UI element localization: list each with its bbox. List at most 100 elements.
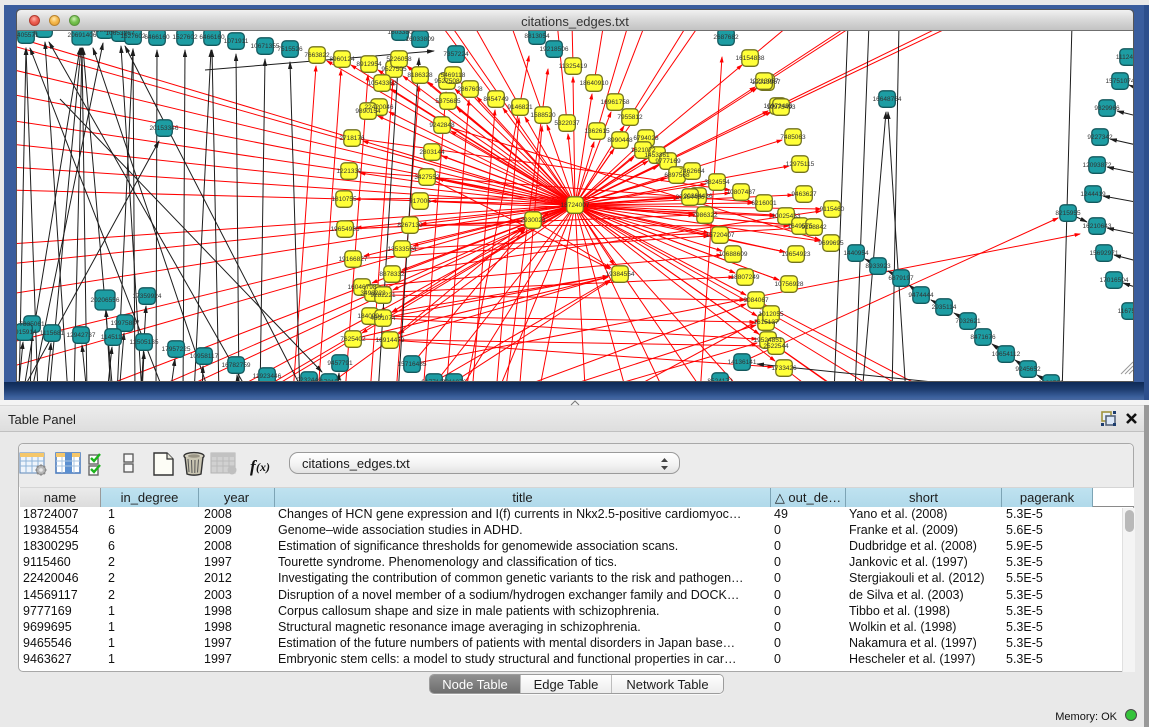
svg-text:4891074: 4891074 [370,315,396,322]
svg-text:2867608: 2867608 [457,86,483,93]
svg-text:17359924: 17359924 [133,293,162,300]
svg-text:8471676: 8471676 [970,334,996,341]
svg-text:5322037: 5322037 [554,120,580,127]
svg-text:1362615: 1362615 [584,128,610,135]
svg-text:8878332: 8878332 [379,271,405,278]
svg-text:18640910: 18640910 [580,80,609,87]
svg-text:12093872: 12093872 [1083,162,1112,169]
svg-text:2522544: 2522544 [763,343,789,350]
svg-text:13533594: 13533594 [388,246,417,253]
svg-text:3915914: 3915914 [17,329,37,336]
svg-text:7462664: 7462664 [679,168,705,175]
svg-text:19975887: 19975887 [111,320,140,327]
svg-text:18724007: 18724007 [561,202,590,209]
svg-text:9227342: 9227342 [1087,134,1113,141]
svg-text:917006: 917006 [409,198,431,205]
svg-text:12505135: 12505135 [130,339,159,346]
svg-text:9527508: 9527508 [434,78,460,85]
svg-text:1527602: 1527602 [172,34,198,41]
svg-text:5375685: 5375685 [435,98,461,105]
svg-text:9457791: 9457791 [327,360,353,367]
svg-text:2687682: 2687682 [713,34,739,41]
svg-text:1145114: 1145114 [101,334,126,341]
svg-text:16914479: 16914479 [376,337,405,344]
svg-text:8813054: 8813054 [524,33,550,40]
svg-text:9084067: 9084067 [743,297,769,304]
svg-text:2935114: 2935114 [932,304,957,311]
svg-text:20153346: 20153346 [150,125,179,132]
svg-text:10688609: 10688609 [719,251,748,258]
svg-text:8912954: 8912954 [356,61,382,68]
svg-text:3427552: 3427552 [414,174,440,181]
svg-text:16782759: 16782759 [222,362,251,369]
svg-text:19218506: 19218506 [540,46,569,53]
svg-text:10543362: 10543362 [368,80,397,87]
svg-text:15720407: 15720407 [706,232,735,239]
svg-text:8672157: 8672157 [316,379,342,381]
svg-text:9329966: 9329966 [1094,105,1120,112]
svg-text:14136141: 14136141 [728,359,757,366]
svg-text:6466160: 6466160 [144,34,170,41]
svg-text:9245652: 9245652 [1015,366,1041,373]
svg-text:9108842: 9108842 [801,224,827,231]
svg-text:8933923: 8933923 [865,263,891,270]
svg-text:8267130: 8267130 [397,222,423,229]
svg-text:7835061: 7835061 [19,321,45,328]
svg-text:9474444: 9474444 [908,292,934,299]
svg-text:15716485: 15716485 [398,361,427,368]
svg-text:16154838: 16154838 [736,55,765,62]
svg-text:10756928: 10756928 [775,281,804,288]
svg-text:16648764: 16648764 [873,96,902,103]
svg-text:(x): (x) [256,460,270,474]
svg-text:8454749: 8454749 [483,96,509,103]
svg-text:1733426: 1733426 [771,365,797,372]
svg-text:15692971: 15692971 [1090,250,1119,257]
svg-text:17957225: 17957225 [162,346,191,353]
svg-text:2803144: 2803144 [419,149,445,156]
svg-text:1167530: 1167530 [1118,308,1133,315]
svg-text:1012055: 1012055 [758,311,784,318]
svg-text:10654112: 10654112 [992,351,1021,358]
svg-text:9146821: 9146821 [507,104,533,111]
svg-text:7515526: 7515526 [277,46,303,53]
svg-text:7485063: 7485063 [780,134,806,141]
svg-text:9115460: 9115460 [820,206,845,213]
svg-text:8215955: 8215955 [1055,210,1081,217]
svg-text:1221339: 1221339 [336,168,362,175]
svg-text:10958117: 10958117 [190,353,219,360]
svg-text:8524172: 8524172 [707,378,733,381]
svg-text:19654985: 19654985 [331,226,360,233]
svg-text:8186328: 8186328 [407,72,433,79]
svg-text:7663822: 7663822 [304,52,330,59]
svg-text:3824554: 3824554 [704,179,730,186]
svg-text:10973493: 10973493 [767,104,796,111]
svg-text:1527602: 1527602 [120,33,146,40]
svg-text:2930023: 2930023 [520,217,546,224]
svg-text:9242848: 9242848 [429,122,455,129]
svg-text:10671355: 10671355 [251,43,280,50]
svg-text:1405571: 1405571 [17,32,39,39]
svg-text:2718176: 2718176 [339,135,365,142]
svg-text:11325419: 11325419 [559,63,588,70]
svg-text:9186755: 9186755 [1038,380,1064,381]
svg-text:1244419: 1244419 [1080,191,1106,198]
svg-text:1615137: 1615137 [753,319,779,326]
svg-text:20206556: 20206556 [91,297,120,304]
svg-text:19166827: 19166827 [339,256,368,263]
svg-text:7986322: 7986322 [692,212,718,219]
svg-text:12213967: 12213967 [750,78,779,85]
svg-text:1071911: 1071911 [224,38,249,45]
svg-text:9527505: 9527505 [381,66,407,73]
svg-text:16961758: 16961758 [601,99,630,106]
svg-text:1115681: 1115681 [40,330,65,337]
svg-text:6794028: 6794028 [633,135,659,142]
svg-text:16033809: 16033809 [406,36,435,43]
svg-text:9777169: 9777169 [655,158,681,165]
svg-text:16210643: 16210643 [1083,223,1112,230]
svg-text:7357224: 7357224 [443,51,469,58]
svg-text:8311076: 8311076 [442,379,467,381]
svg-text:18807249: 18807249 [731,274,760,281]
svg-text:12975115: 12975115 [786,161,815,168]
svg-text:10025433: 10025433 [772,213,801,220]
svg-text:9282221: 9282221 [370,292,396,299]
